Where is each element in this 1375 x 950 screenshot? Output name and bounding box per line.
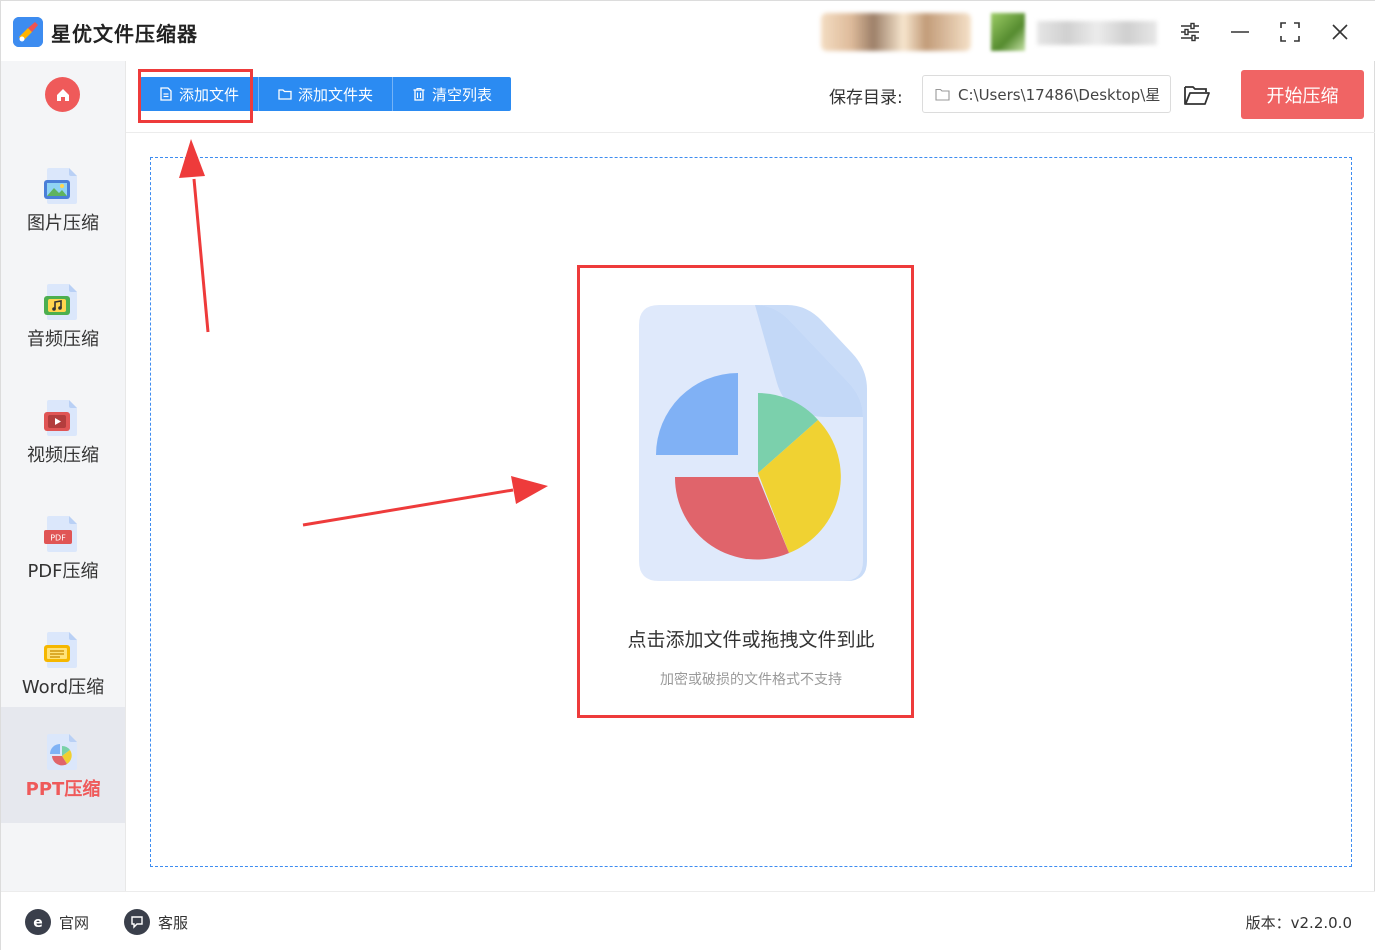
settings-button[interactable] <box>1173 15 1207 49</box>
support-link[interactable]: 客服 <box>124 909 188 935</box>
open-folder-icon <box>1184 86 1210 105</box>
save-directory-value: C:\Users\17486\Desktop\星 <box>958 85 1161 104</box>
annotation-highlight-drop-area <box>577 265 914 718</box>
avatar[interactable] <box>991 13 1025 51</box>
pdf-file-icon: PDF <box>44 516 77 552</box>
clear-list-button[interactable]: 清空列表 <box>393 77 511 111</box>
svg-text:e: e <box>33 915 43 930</box>
trash-icon <box>413 87 425 101</box>
toolbar-divider <box>126 132 1375 133</box>
chat-icon <box>124 909 150 935</box>
maximize-button[interactable] <box>1273 15 1307 49</box>
add-folder-label: 添加文件夹 <box>298 85 374 104</box>
sidebar-item-label: PPT压缩 <box>25 779 101 800</box>
minimize-button[interactable] <box>1223 15 1257 49</box>
start-compress-button[interactable]: 开始压缩 <box>1241 70 1364 119</box>
browse-folder-button[interactable] <box>1181 79 1213 111</box>
audio-file-icon <box>44 284 77 320</box>
sidebar-item-ppt[interactable]: PPT压缩 <box>1 707 125 823</box>
save-directory-field[interactable]: C:\Users\17486\Desktop\星 <box>922 75 1171 113</box>
svg-text:PDF: PDF <box>50 534 66 543</box>
user-name-blurred <box>1037 21 1157 45</box>
sliders-icon <box>1181 22 1199 42</box>
sidebar-item-label: 图片压缩 <box>27 213 99 234</box>
sidebar-item-image[interactable]: 图片压缩 <box>1 141 125 257</box>
sidebar: 图片压缩 音频压缩 视频压缩 PDF PDF压缩 Word压缩 PPT压缩 <box>1 61 126 891</box>
sidebar-item-word[interactable]: Word压缩 <box>1 605 125 721</box>
sidebar-item-label: PDF压缩 <box>27 561 99 582</box>
app-title: 星优文件压缩器 <box>51 22 198 46</box>
app-logo-icon <box>13 17 43 47</box>
sidebar-item-video[interactable]: 视频压缩 <box>1 373 125 489</box>
annotation-highlight-add-file <box>138 69 253 123</box>
close-button[interactable] <box>1323 15 1357 49</box>
image-file-icon <box>44 168 77 204</box>
website-label: 官网 <box>59 913 90 932</box>
clear-list-label: 清空列表 <box>432 85 493 104</box>
user-info-blurred <box>821 13 971 51</box>
add-folder-button[interactable]: 添加文件夹 <box>259 77 394 111</box>
word-file-icon <box>44 632 77 668</box>
home-icon <box>56 88 69 101</box>
sidebar-item-pdf[interactable]: PDF PDF压缩 <box>1 489 125 605</box>
sidebar-item-audio[interactable]: 音频压缩 <box>1 257 125 373</box>
version-text: 版本：v2.2.0.0 <box>1245 914 1352 932</box>
sidebar-item-label: 视频压缩 <box>27 445 99 466</box>
sidebar-item-label: Word压缩 <box>21 677 105 698</box>
minimize-icon <box>1231 31 1249 33</box>
footer-bar: e 官网 客服 版本：v2.2.0.0 <box>1 891 1375 950</box>
save-directory-label: 保存目录: <box>829 88 903 108</box>
app-window: 星优文件压缩器 图片压缩 音频压缩 视频压缩 PDF PDF压缩 Word压缩 … <box>0 0 1375 950</box>
ie-icon: e <box>25 909 51 935</box>
support-label: 客服 <box>158 913 189 932</box>
folder-outline-icon <box>935 88 950 101</box>
website-link[interactable]: e 官网 <box>25 909 89 935</box>
video-file-icon <box>44 400 77 436</box>
folder-icon <box>278 89 292 100</box>
ppt-file-icon <box>47 734 77 770</box>
fullscreen-icon <box>1280 22 1300 42</box>
title-bar: 星优文件压缩器 <box>1 1 1375 61</box>
close-icon <box>1332 24 1348 40</box>
home-button[interactable] <box>45 77 80 112</box>
sidebar-item-label: 音频压缩 <box>27 329 99 350</box>
